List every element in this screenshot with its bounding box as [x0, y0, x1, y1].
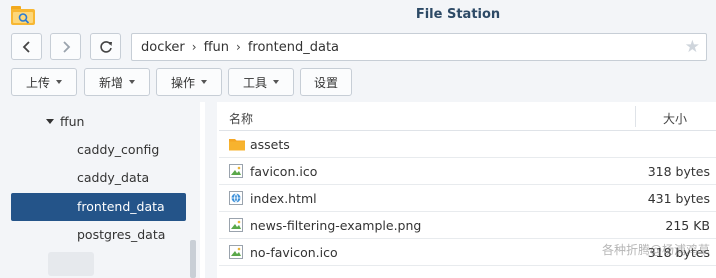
forward-button[interactable]: [50, 33, 81, 60]
html-file-icon: [229, 191, 243, 208]
tree-scrollbar[interactable]: [190, 240, 196, 278]
file-row[interactable]: news-filtering-example.png 215 KB: [219, 212, 716, 239]
action-label: 操作: [170, 75, 195, 90]
star-icon[interactable]: ★: [685, 37, 700, 57]
blurred-item: [48, 252, 94, 276]
tree-item-label: postgres_data: [77, 227, 166, 242]
watermark: 各种折腾@杨浦鸡草: [601, 243, 710, 257]
action-button[interactable]: 操作: [156, 68, 222, 96]
tools-button[interactable]: 工具: [228, 68, 294, 96]
file-name: assets: [250, 137, 290, 152]
file-size: 318 bytes: [647, 164, 710, 179]
tree-item-caddy-data[interactable]: caddy_data: [11, 164, 186, 192]
column-header-name[interactable]: 名称: [229, 110, 253, 127]
create-label: 新增: [98, 75, 123, 90]
file-list-header: 名称 大小: [219, 102, 716, 131]
breadcrumb-item[interactable]: docker: [141, 40, 185, 55]
tree-item-label: caddy_data: [77, 170, 150, 185]
settings-label: 设置: [313, 75, 338, 90]
breadcrumb-item[interactable]: ffun: [204, 40, 229, 55]
chevron-right-icon: ›: [191, 40, 197, 54]
image-file-icon: [229, 218, 243, 235]
tree-item-ffun[interactable]: ffun: [48, 108, 188, 136]
tree-item-label: caddy_config: [77, 142, 160, 157]
settings-button[interactable]: 设置: [300, 68, 352, 96]
caret-down-icon: [56, 80, 62, 84]
folder-icon: [229, 137, 245, 154]
refresh-icon: [99, 40, 112, 53]
image-file-icon: [229, 164, 243, 181]
window-title: File Station: [415, 7, 501, 22]
upload-button[interactable]: 上传: [11, 68, 77, 96]
toolbar: 上传 新增 操作 工具 设置: [0, 64, 716, 102]
caret-down-icon: [201, 80, 207, 84]
breadcrumb-item[interactable]: frontend_data: [248, 40, 339, 55]
column-header-size[interactable]: 大小: [635, 110, 715, 127]
chevron-right-icon: ›: [236, 40, 241, 54]
panel-divider[interactable]: [205, 102, 217, 278]
chevron-right-icon: [62, 40, 70, 53]
title-bar: File Station: [0, 0, 716, 31]
tree-item-frontend-data[interactable]: frontend_data: [11, 193, 186, 221]
caret-down-icon: [273, 80, 279, 84]
tree-item-caddy-config[interactable]: caddy_config: [11, 136, 186, 164]
file-row[interactable]: favicon.ico 318 bytes: [219, 158, 716, 185]
upload-label: 上传: [25, 75, 50, 90]
file-name: news-filtering-example.png: [250, 218, 422, 233]
navigation-bar: docker › ffun › frontend_data ★: [0, 31, 716, 64]
file-name: favicon.ico: [250, 164, 318, 179]
chevron-left-icon: [22, 40, 30, 53]
file-name: index.html: [250, 191, 317, 206]
tree-item-label: ffun: [60, 114, 85, 129]
refresh-button[interactable]: [90, 33, 121, 60]
file-row[interactable]: assets: [219, 131, 716, 158]
caret-down-icon: [129, 80, 135, 84]
back-button[interactable]: [11, 33, 42, 60]
file-size: 215 KB: [665, 218, 710, 233]
image-file-icon: [229, 245, 243, 262]
file-name: no-favicon.ico: [250, 245, 338, 260]
path-bar[interactable]: docker › ffun › frontend_data ★: [131, 33, 707, 61]
tools-label: 工具: [242, 75, 267, 90]
tree-item-label: frontend_data: [77, 199, 165, 214]
tree-item-postgres-data[interactable]: postgres_data: [11, 221, 186, 249]
create-button[interactable]: 新增: [84, 68, 150, 96]
file-row[interactable]: index.html 431 bytes: [219, 185, 716, 212]
file-size: 431 bytes: [647, 191, 710, 206]
